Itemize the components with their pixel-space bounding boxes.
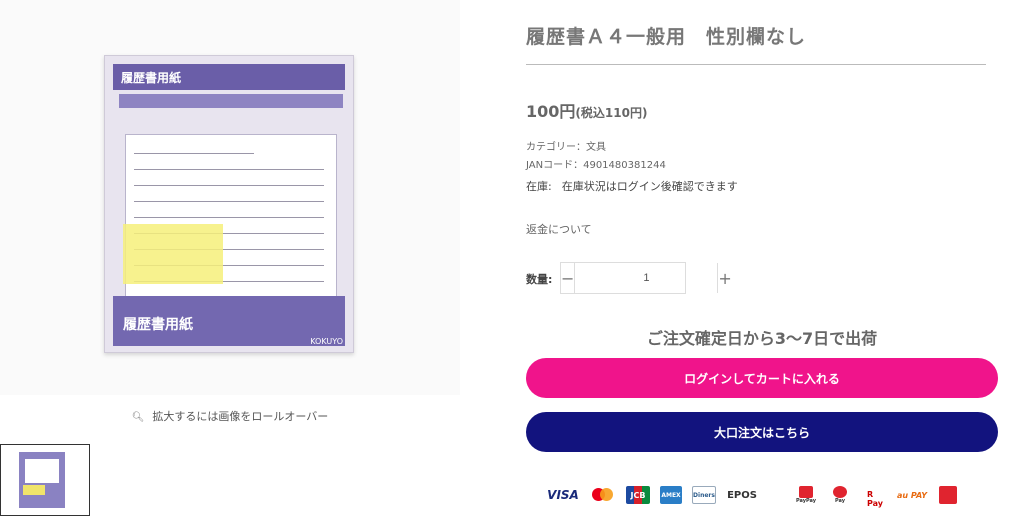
- product-gallery: 履歴書用紙 履歴書用紙 KOKUYO 🔍︎ 拡大するには画像をロールオーバー: [0, 0, 460, 519]
- quantity-plus-button[interactable]: +: [717, 263, 732, 293]
- au-pay-icon: au PAY: [896, 490, 928, 500]
- jcb-icon: JCB: [626, 486, 650, 504]
- zoom-hint: 🔍︎ 拡大するには画像をロールオーバー: [0, 408, 460, 424]
- title-divider: [526, 64, 986, 65]
- quantity-stepper: − +: [560, 262, 732, 294]
- product-jan: JANコード：4901480381244: [526, 160, 666, 171]
- login-add-to-cart-button[interactable]: ログインしてカートに入れる: [526, 358, 998, 398]
- stock-info: 在庫: 在庫状況はログイン後確認できます: [526, 178, 738, 194]
- product-info: 履歴書Ａ４一般用 性別欄なし 100円(税込110円) カテゴリー：文具 JAN…: [526, 0, 998, 519]
- paypay-icon: PayPay: [794, 486, 818, 504]
- product-category: カテゴリー：文具: [526, 142, 606, 153]
- product-package-image: 履歴書用紙 履歴書用紙 KOKUYO: [104, 55, 354, 353]
- amex-icon: AMEX: [660, 486, 682, 504]
- thumbnail-image-1[interactable]: [0, 444, 90, 516]
- package-sticker-area: [123, 224, 223, 284]
- price-value: 100円: [526, 102, 576, 121]
- quantity-input[interactable]: [575, 263, 718, 293]
- bulk-order-button[interactable]: 大口注文はこちら: [526, 412, 998, 452]
- rakuten-pay-icon: R Pay: [867, 490, 884, 508]
- main-product-image[interactable]: 履歴書用紙 履歴書用紙 KOKUYO: [0, 0, 460, 395]
- product-title: 履歴書Ａ４一般用 性別欄なし: [526, 26, 807, 48]
- shipping-notice: ご注文確定日から3〜7日で出荷: [646, 329, 878, 348]
- stock-label: 在庫:: [526, 180, 552, 193]
- visa-icon: VISA: [547, 488, 579, 502]
- mastercard-icon: [590, 486, 616, 504]
- diners-icon: Diners: [692, 486, 716, 504]
- magnifier-icon: 🔍︎: [131, 412, 145, 423]
- refund-link[interactable]: 返金について: [526, 221, 592, 237]
- product-price: 100円(税込110円): [526, 98, 647, 122]
- merpay-icon: Pay: [828, 486, 852, 504]
- package-subheader: [119, 94, 343, 108]
- payment-methods: VISA JCB AMEX Diners EPOS PayPay Pay R P…: [546, 484, 996, 508]
- zoom-hint-text: 拡大するには画像をロールオーバー: [152, 411, 329, 423]
- thumbnail-sticker: [23, 485, 45, 495]
- price-tax: (税込110円): [575, 106, 648, 120]
- stock-status: 在庫状況はログイン後確認できます: [561, 180, 738, 193]
- package-header: 履歴書用紙: [113, 64, 345, 90]
- thumbnail-paper: [25, 459, 59, 483]
- epos-icon: EPOS: [727, 489, 757, 501]
- quantity-minus-button[interactable]: −: [561, 263, 576, 293]
- quantity-label: 数量:: [526, 273, 553, 286]
- package-brand-logo: KOKUYO: [310, 337, 343, 346]
- d-barai-icon: [938, 486, 958, 504]
